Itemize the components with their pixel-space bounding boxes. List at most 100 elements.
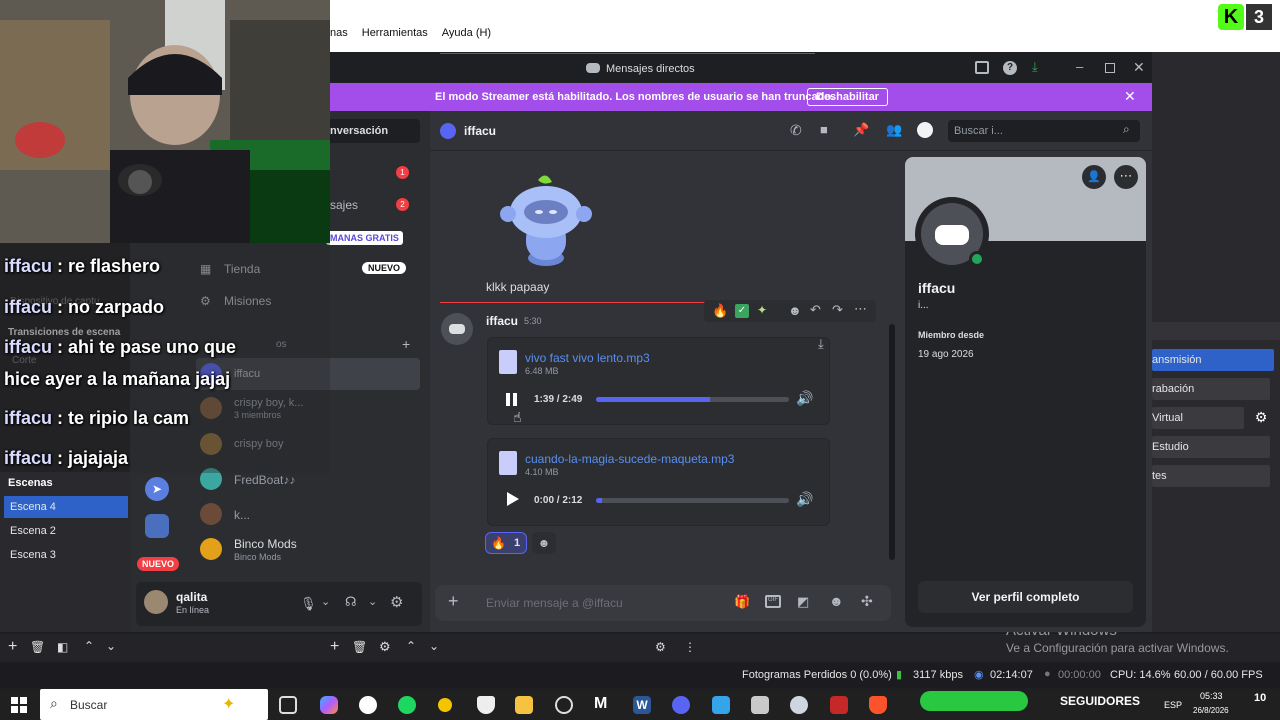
emoji-icon[interactable]: ☻ [829,593,844,609]
add-icon[interactable]: + [330,638,339,656]
chevron-up-icon[interactable]: ⌃ [84,639,94,653]
app-icon[interactable] [830,696,848,714]
menu-item-ayuda[interactable]: Ayuda (H) [442,27,491,45]
inbox-icon[interactable] [975,61,989,74]
dm-name[interactable]: FredBoat♪♪ [234,473,295,487]
microphone-icon[interactable]: 🎙 [300,596,317,612]
pause-icon[interactable] [505,393,519,407]
taskbar-search[interactable]: ⌕ Buscar ✦ [40,689,268,720]
gear-icon[interactable]: ⚙ [379,639,391,655]
app-icon[interactable] [712,696,730,714]
audio-progress-track[interactable] [596,397,789,402]
media-player-icon[interactable] [555,696,573,714]
user-avatar[interactable] [144,590,168,614]
studio-mode-button[interactable]: Estudio [1152,436,1270,458]
maximize-icon[interactable] [1105,63,1115,73]
audio-progress-track[interactable] [596,498,789,503]
headphones-icon[interactable]: ☊ [345,594,357,610]
m-app-icon[interactable]: M [594,695,607,713]
mixer-settings-icon[interactable]: ⚙ [655,640,666,654]
profile-avatar[interactable] [915,197,989,271]
add-reaction-icon[interactable]: ☻ [532,532,556,554]
fire-reaction-icon[interactable]: 🔥 [712,303,728,319]
dm-name[interactable]: k... [234,508,250,522]
download-icon[interactable]: ⤓ [1032,59,1038,75]
calculator-icon[interactable] [751,696,769,714]
add-reaction-icon[interactable]: ☻ [788,303,802,318]
start-streaming-button[interactable]: ansmisión [1152,349,1274,371]
download-icon[interactable]: ⤓ [818,336,824,352]
task-view-icon[interactable] [279,696,297,714]
obs-icon[interactable] [359,696,377,714]
filter-icon[interactable]: ◧ [57,640,68,654]
author-avatar[interactable] [441,313,473,345]
server-icon-telegram[interactable]: ➤ [145,477,169,501]
scene-item[interactable]: Escena 2 [4,520,128,542]
settings-button[interactable]: tes [1152,465,1270,487]
video-icon[interactable]: ■ [820,122,828,137]
windows-start-icon[interactable] [11,697,27,713]
add-icon[interactable]: + [8,638,17,656]
clock-time[interactable]: 05:33 [1200,691,1223,701]
server-icon[interactable] [145,514,169,538]
brave-icon[interactable] [869,696,887,714]
chevron-down-icon[interactable]: ⌄ [321,595,330,608]
nitro-promo-badge[interactable]: MANAS GRATIS [326,231,403,245]
add-friend-icon[interactable]: 👤 [1082,165,1106,189]
lang-indicator[interactable]: ESP [1164,700,1182,710]
app-icon[interactable] [790,696,808,714]
forward-icon[interactable]: ↷ [832,302,843,318]
create-dm-icon[interactable]: + [402,336,410,352]
clock-date[interactable]: 26/8/2026 [1193,706,1229,715]
chevron-down-icon[interactable]: ⌄ [368,595,377,608]
minimize-icon[interactable]: – [1076,59,1083,74]
message-input[interactable]: Enviar mensaje a @iffacu [486,596,623,610]
gift-icon[interactable]: 🎁 [734,594,750,610]
file-explorer-icon[interactable] [515,696,533,714]
add-friend-icon[interactable]: 👥 [886,122,902,138]
message-requests-label[interactable]: sajes [330,198,358,212]
pin-icon[interactable]: 📌 [853,122,869,138]
volume-icon[interactable]: 🔊 [796,491,813,508]
call-icon[interactable]: ✆ [790,122,802,139]
disable-streamer-button[interactable]: Deshabilitar [807,88,888,106]
user-settings-icon[interactable]: ⚙ [390,593,403,611]
virtual-camera-settings-icon[interactable]: ⚙ [1252,409,1270,427]
spotify-icon[interactable] [398,696,416,714]
chat-scrollbar[interactable] [889,324,895,560]
view-full-profile-button[interactable]: Ver perfil completo [918,581,1133,613]
menu-item-herramientas[interactable]: Herramientas [362,27,428,45]
close-icon[interactable]: ✕ [1133,59,1145,76]
chevron-down-icon[interactable]: ⌄ [106,639,116,653]
reply-icon[interactable]: ↶ [810,302,821,318]
author-name[interactable]: iffacu [486,314,518,328]
reaction-pill[interactable]: 🔥 1 [485,532,527,554]
gif-icon[interactable]: GIF [765,595,781,608]
more-icon[interactable]: ⋯ [1114,165,1138,189]
help-icon[interactable]: ? [1003,61,1017,75]
apps-icon[interactable]: ✣ [861,593,873,610]
audio-file-name[interactable]: vivo fast vivo lento.mp3 [525,351,650,365]
scene-item[interactable]: Escena 4 [4,496,128,518]
volume-icon[interactable]: 🔊 [796,390,813,407]
word-icon[interactable]: W [633,696,651,714]
menu-item-ventanas[interactable]: nas [330,27,348,45]
sparkle-reaction-icon[interactable]: ✦ [757,303,767,317]
search-input[interactable]: Buscar i... [948,120,1140,142]
sticker-icon[interactable]: ◩ [797,594,809,610]
virtual-camera-button[interactable]: Virtual [1152,407,1244,429]
scene-item[interactable]: Escena 3 [4,544,128,566]
trash-icon[interactable]: 🗑 [30,640,45,654]
copilot-icon[interactable] [320,696,338,714]
dm-name[interactable]: Binco Mods [234,537,297,551]
chevron-up-icon[interactable]: ⌃ [406,639,416,653]
trash-icon[interactable]: 🗑 [352,640,367,654]
discord-icon[interactable] [672,696,690,714]
play-icon[interactable] [507,492,519,506]
attach-icon[interactable]: + [448,591,459,612]
audio-file-name[interactable]: cuando-la-magia-sucede-maqueta.mp3 [525,452,734,466]
chevron-down-icon[interactable]: ⌄ [429,639,439,653]
more-vertical-icon[interactable]: ⋮ [684,640,696,654]
start-recording-button[interactable]: rabación [1152,378,1270,400]
check-reaction-icon[interactable]: ✓ [735,304,749,318]
